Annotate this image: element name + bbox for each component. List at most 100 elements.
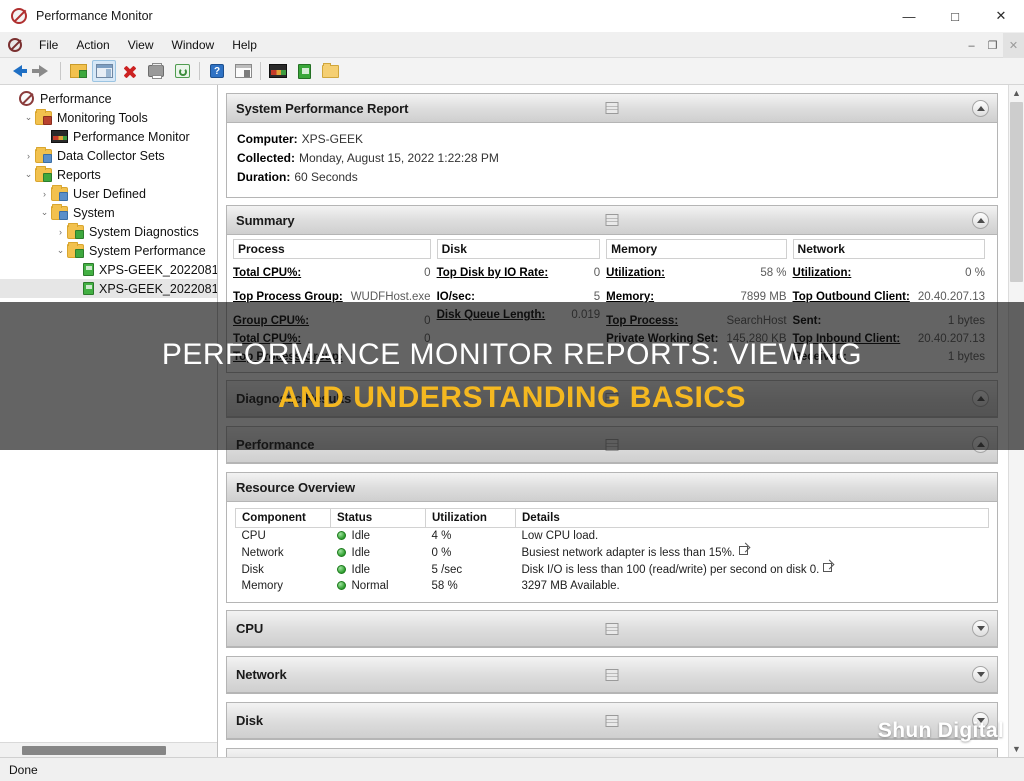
menu-action[interactable]: Action [67, 36, 118, 54]
show-hide-console-tree-icon[interactable] [66, 60, 90, 82]
field-collected: Collected: Monday, August 15, 2022 1:22:2… [237, 150, 987, 166]
show-hide-action-pane-icon[interactable] [92, 60, 116, 82]
summary-header-bar[interactable]: Summary [227, 206, 997, 235]
diagnostic-results-section: Diagnostic Results [226, 380, 998, 418]
chevron-down-icon[interactable]: ⌄ [22, 169, 35, 180]
folder-badge-icon [43, 115, 52, 125]
mdi-minimize-button[interactable]: – [961, 33, 982, 58]
report-document-icon [83, 282, 94, 295]
minimize-button[interactable]: — [886, 0, 932, 33]
note-link-icon[interactable] [823, 563, 833, 572]
resource-overview-section: Resource Overview Component Status Utili… [226, 472, 998, 603]
chevron-down-icon[interactable]: ⌄ [38, 207, 51, 218]
table-view-icon[interactable] [605, 102, 619, 114]
table-view-icon[interactable] [605, 438, 619, 451]
cell-utilization: 0 % [431, 546, 452, 559]
scroll-thumb[interactable] [1010, 102, 1023, 282]
menu-help[interactable]: Help [223, 36, 266, 54]
expand-toggle[interactable] [972, 620, 989, 637]
collapse-toggle[interactable] [972, 99, 989, 117]
cell-details: 3297 MB Available. [521, 580, 620, 592]
cell-component: CPU [241, 530, 266, 542]
menu-view[interactable]: View [119, 36, 163, 54]
summary-column-header: Network [792, 239, 985, 259]
section-cpu: CPU [226, 610, 998, 648]
properties-icon[interactable] [231, 60, 255, 82]
new-folder-icon[interactable] [318, 60, 342, 82]
table-view-icon[interactable] [605, 668, 619, 681]
tree-item-xps-geek-20220815[interactable]: XPS-GEEK_20220815 [0, 279, 217, 298]
delete-icon[interactable] [118, 60, 142, 82]
status-indicator-icon [336, 531, 346, 540]
cell-details: Disk I/O is less than 100 (read/write) p… [516, 561, 989, 578]
performance-header-bar[interactable]: Performance [227, 427, 997, 463]
tree-item-performance[interactable]: Performance [0, 89, 217, 108]
close-button[interactable]: ✕ [978, 0, 1024, 33]
field-duration-value: 60 Seconds [294, 170, 358, 184]
collapse-toggle[interactable] [972, 211, 989, 229]
chevron-down-icon[interactable]: ⌄ [54, 245, 67, 256]
summary-row: Total CPU%: 0 [233, 330, 431, 348]
section-header-bar[interactable]: Memory [227, 749, 997, 757]
collapse-toggle[interactable] [972, 390, 989, 407]
mdi-close-button[interactable]: ✕ [1003, 33, 1024, 58]
refresh-icon[interactable] [170, 60, 194, 82]
table-view-icon[interactable] [605, 392, 619, 405]
cell-status: Idle [331, 561, 426, 578]
folder-badge-icon [43, 172, 52, 182]
tree-item-reports[interactable]: ⌄ Reports [0, 165, 217, 184]
tree-item-label: Data Collector Sets [57, 148, 165, 163]
help-icon[interactable]: ? [205, 60, 229, 82]
sidebar-scroll-thumb[interactable] [22, 746, 166, 755]
maximize-button[interactable]: □ [932, 0, 978, 33]
tree-item-monitoring-tools[interactable]: ⌄ Monitoring Tools [0, 108, 217, 127]
tree-item-performance-monitor[interactable]: Performance Monitor [0, 127, 217, 146]
section-header-bar[interactable]: CPU [227, 611, 997, 647]
summary-row-value: SearchHost [726, 315, 787, 327]
folder-system-diagnostics-icon [67, 222, 84, 239]
tree-item-system-diagnostics[interactable]: › System Diagnostics [0, 222, 217, 241]
chevron-down-icon[interactable]: ⌄ [22, 112, 35, 123]
tree-item-user-defined[interactable]: › User Defined [0, 184, 217, 203]
summary-row-value: 145,280 KB [726, 333, 787, 345]
forward-icon[interactable] [31, 60, 55, 82]
chevron-right-icon[interactable]: › [22, 151, 35, 161]
summary-row-key: IO/sec: [436, 291, 475, 303]
tree-item-data-collector-sets[interactable]: › Data Collector Sets [0, 146, 217, 165]
summary-row: Top Process: SearchHost [606, 312, 786, 330]
console-tree[interactable]: Performance ⌄ Monitoring Tools Performance … [0, 85, 218, 757]
diagnostic-results-header-bar[interactable]: Diagnostic Results [227, 381, 997, 417]
field-duration-key: Duration: [237, 170, 291, 184]
scroll-up-icon[interactable]: ▲ [1009, 85, 1024, 101]
section-header-bar[interactable]: Network [227, 657, 997, 693]
tree-item-label: Reports [57, 167, 101, 182]
tree-item-xps-geek-20220815[interactable]: XPS-GEEK_20220815 [0, 260, 217, 279]
report-title: System Performance Report [236, 100, 409, 116]
folder-data-collector-icon [35, 146, 52, 163]
report-vertical-scrollbar[interactable]: ▲ ▼ [1008, 85, 1024, 757]
collapse-toggle[interactable] [972, 436, 989, 453]
menu-window[interactable]: Window [163, 36, 224, 54]
tree-item-system-performance[interactable]: ⌄ System Performance [0, 241, 217, 260]
menu-file[interactable]: File [30, 36, 67, 54]
chevron-right-icon[interactable]: › [54, 227, 67, 237]
resource-overview-header-bar[interactable]: Resource Overview [227, 473, 997, 502]
performance-monitor-view-icon[interactable] [266, 60, 290, 82]
table-view-icon[interactable] [605, 714, 619, 727]
field-computer: Computer: XPS-GEEK [237, 131, 987, 147]
sidebar-horizontal-scrollbar[interactable] [0, 742, 217, 757]
back-icon[interactable] [5, 60, 29, 82]
report-icon[interactable] [292, 60, 316, 82]
summary-row-key: Memory: [606, 291, 655, 303]
expand-toggle[interactable] [972, 666, 989, 683]
report-header-bar[interactable]: System Performance Report [227, 94, 997, 123]
tree-item-system[interactable]: ⌄ System [0, 203, 217, 222]
toolbar-separator-3 [260, 62, 261, 80]
mdi-restore-button[interactable]: ❐ [982, 33, 1003, 58]
table-view-icon[interactable] [605, 622, 619, 635]
chevron-right-icon[interactable]: › [38, 189, 51, 199]
scroll-down-icon[interactable]: ▼ [1009, 741, 1024, 757]
print-icon[interactable] [144, 60, 168, 82]
table-view-icon[interactable] [605, 214, 619, 226]
note-link-icon[interactable] [739, 546, 749, 555]
